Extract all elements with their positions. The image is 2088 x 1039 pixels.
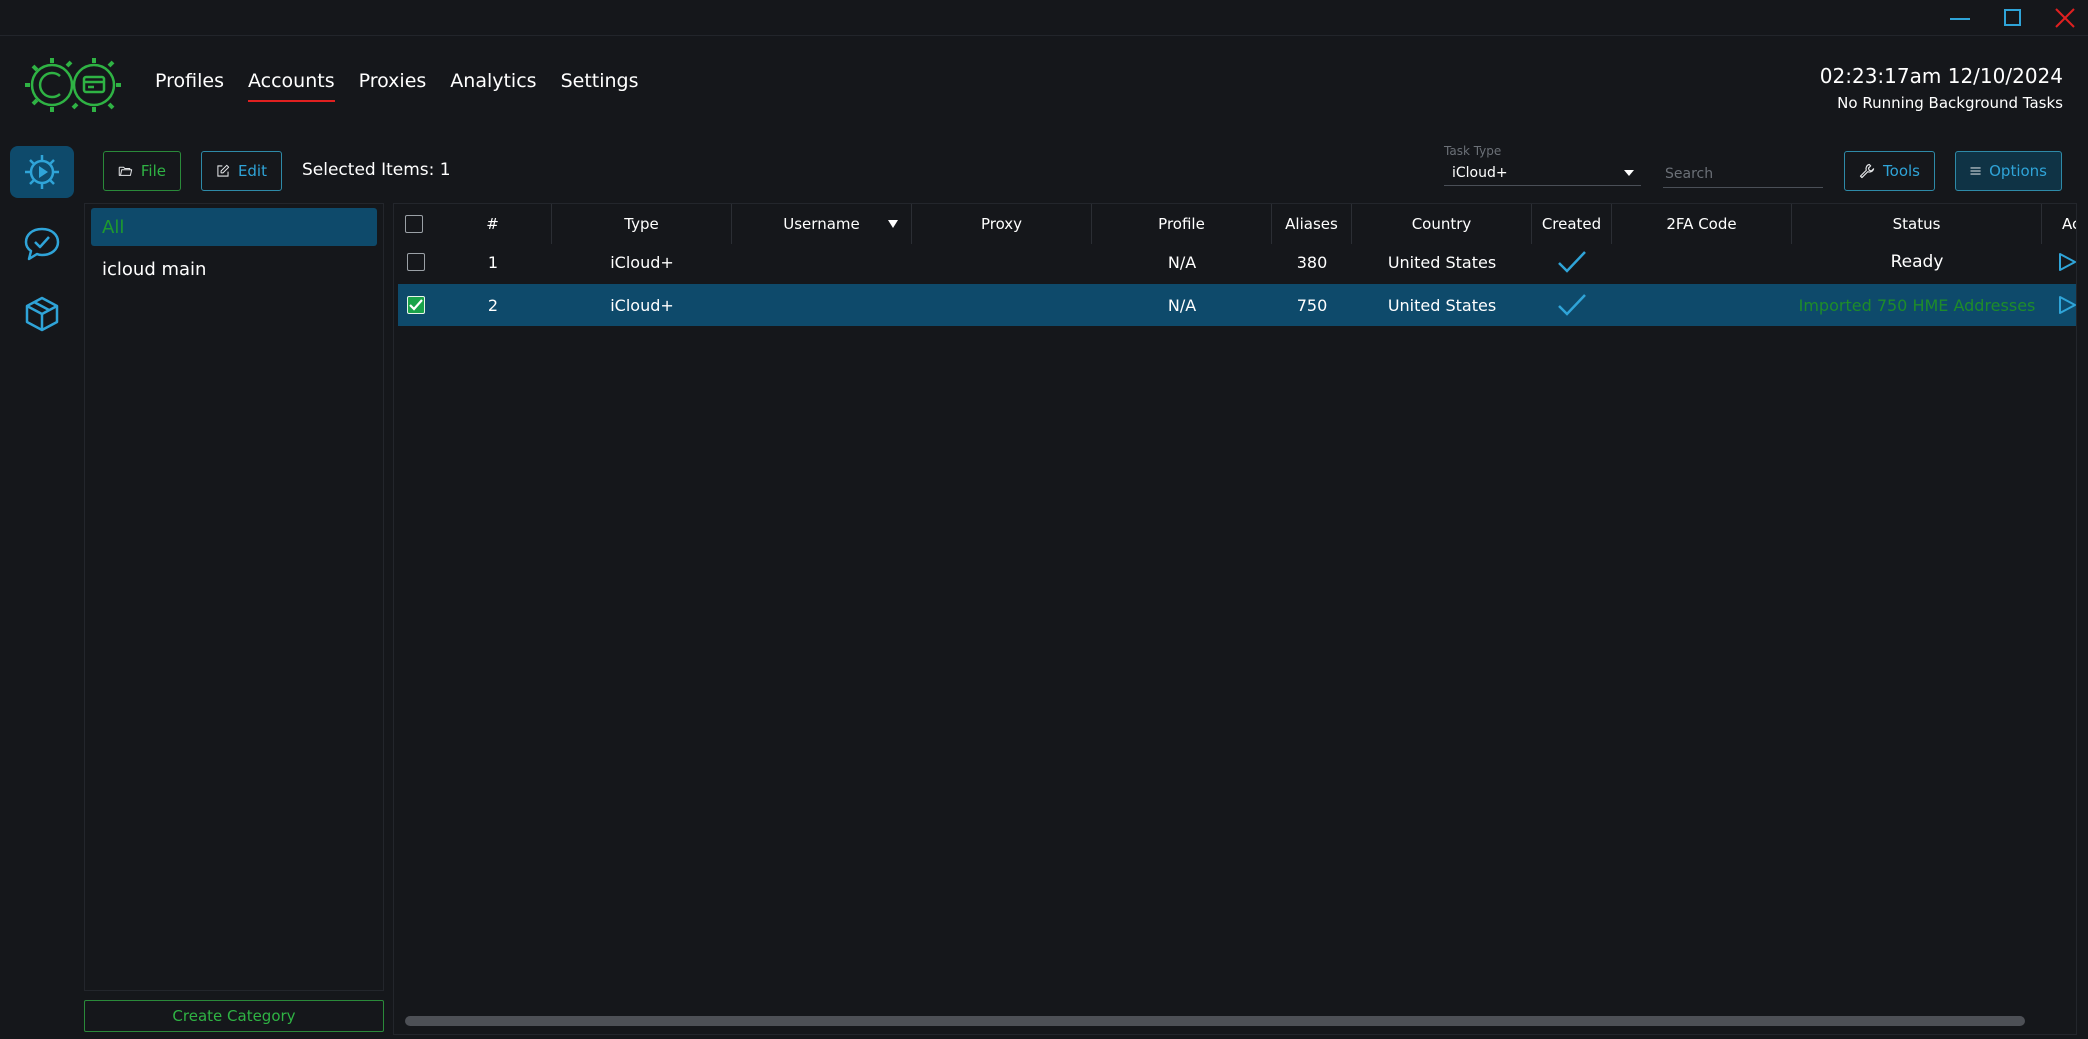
checkmark-icon <box>1558 251 1586 273</box>
create-category-button[interactable]: Create Category <box>84 1000 384 1032</box>
task-type-value: iCloud+ <box>1452 164 1508 181</box>
play-icon <box>2059 296 2076 314</box>
horizontal-scrollbar[interactable] <box>405 1016 2025 1026</box>
sidebar-box-button[interactable] <box>10 288 74 340</box>
select-all-checkbox[interactable] <box>405 215 423 233</box>
cell-username <box>732 241 912 283</box>
edit-button-label: Edit <box>237 162 267 180</box>
category-list: All icloud main <box>84 203 384 991</box>
row-checkbox-cell <box>398 284 434 326</box>
header-profile[interactable]: Profile <box>1092 204 1272 244</box>
header-proxy[interactable]: Proxy <box>912 204 1092 244</box>
nav-profiles[interactable]: Profiles <box>155 70 224 96</box>
header-number[interactable]: # <box>434 204 552 244</box>
minimize-button[interactable] <box>1940 4 1980 32</box>
cell-status: Imported 750 HME Addresses <box>1798 295 2036 315</box>
cell-number: 1 <box>487 252 499 272</box>
tools-button[interactable]: Tools <box>1844 151 1935 191</box>
main-nav: Profiles Accounts Proxies Analytics Sett… <box>155 70 663 102</box>
table-header: # Type Username Proxy Profile Aliases Co… <box>394 204 2076 244</box>
close-icon <box>2055 8 2075 28</box>
header-created[interactable]: Created <box>1532 204 1612 244</box>
cell-country: United States <box>1387 252 1497 272</box>
wrench-icon <box>1859 163 1875 179</box>
options-button-label: Options <box>1989 162 2047 180</box>
cell-status: Ready <box>1890 252 1944 272</box>
maximize-icon <box>2004 9 2021 26</box>
cell-created <box>1532 241 1612 283</box>
header-country[interactable]: Country <box>1352 204 1532 244</box>
run-button[interactable] <box>2042 241 2076 283</box>
caret-down-icon <box>1624 169 1634 176</box>
tools-button-label: Tools <box>1883 162 1920 180</box>
file-button-label: File <box>140 162 166 180</box>
cell-profile: N/A <box>1167 295 1197 315</box>
title-bar <box>0 0 2088 36</box>
checkmark-icon <box>1558 294 1586 316</box>
box-icon <box>25 296 59 332</box>
cell-proxy <box>912 241 1092 283</box>
nav-proxies[interactable]: Proxies <box>359 70 427 96</box>
cell-profile: N/A <box>1167 252 1197 272</box>
hamburger-icon <box>1970 167 1981 175</box>
cell-username <box>732 284 912 326</box>
gear-play-icon <box>25 155 59 189</box>
selected-items-count: Selected Items: 1 <box>302 160 451 180</box>
clock-panel: 02:23:17am 12/10/2024 No Running Backgro… <box>1820 64 2063 112</box>
category-item-all[interactable]: All <box>91 208 377 246</box>
header-status[interactable]: Status <box>1792 204 2042 244</box>
header-type[interactable]: Type <box>552 204 732 244</box>
category-item-icloud-main[interactable]: icloud main <box>91 250 377 288</box>
accounts-table: # Type Username Proxy Profile Aliases Co… <box>393 203 2077 1035</box>
sidebar-tasks-button[interactable] <box>10 146 74 198</box>
table-row-selected[interactable]: 2 iCloud+ N/A 750 United States Imported… <box>398 284 2076 326</box>
minimize-icon <box>1950 18 1970 20</box>
header-aliases[interactable]: Aliases <box>1272 204 1352 244</box>
cell-aliases: 380 <box>1296 252 1328 272</box>
chat-check-icon <box>24 227 60 261</box>
search-input[interactable] <box>1663 160 1823 188</box>
edit-button[interactable]: Edit <box>201 151 282 191</box>
run-button[interactable] <box>2042 284 2076 326</box>
table-row[interactable]: 1 iCloud+ N/A 380 United States Ready <box>398 241 2076 283</box>
header-action[interactable]: Action <box>2042 204 2076 244</box>
cell-number: 2 <box>487 295 499 315</box>
close-button[interactable] <box>2045 4 2085 32</box>
clock-time: 02:23:17am 12/10/2024 <box>1819 64 2063 88</box>
select-all-cell <box>394 204 434 244</box>
background-tasks-status: No Running Background Tasks <box>1837 94 2063 112</box>
nav-settings[interactable]: Settings <box>561 70 639 96</box>
cell-proxy <box>912 284 1092 326</box>
cell-2fa-code <box>1612 284 1792 326</box>
header-username-label: Username <box>783 215 860 233</box>
check-icon <box>409 299 423 311</box>
row-checkbox-cell <box>398 241 434 283</box>
cell-type: iCloud+ <box>610 295 674 315</box>
cell-aliases: 750 <box>1296 295 1328 315</box>
nav-analytics[interactable]: Analytics <box>450 70 536 96</box>
task-type-label: Task Type <box>1444 144 1502 158</box>
header-2fa-code[interactable]: 2FA Code <box>1612 204 1792 244</box>
nav-accounts[interactable]: Accounts <box>247 70 335 102</box>
play-icon <box>2059 253 2076 271</box>
app-logo <box>25 58 121 112</box>
edit-icon <box>217 164 230 177</box>
task-type-select[interactable]: iCloud+ <box>1444 160 1641 186</box>
sort-down-icon <box>888 220 898 228</box>
row-checkbox[interactable] <box>407 253 425 271</box>
sidebar-chat-button[interactable] <box>10 218 74 270</box>
cell-type: iCloud+ <box>610 252 674 272</box>
header-username[interactable]: Username <box>732 204 912 244</box>
cell-2fa-code <box>1612 241 1792 283</box>
task-type-dropdown[interactable]: Task Type iCloud+ <box>1444 144 1641 186</box>
options-button[interactable]: Options <box>1955 151 2062 191</box>
folder-icon <box>118 166 133 176</box>
file-button[interactable]: File <box>103 151 181 191</box>
maximize-button[interactable] <box>1993 4 2033 32</box>
cell-created <box>1532 284 1612 326</box>
cell-country: United States <box>1387 295 1497 315</box>
row-checkbox-checked[interactable] <box>407 296 425 314</box>
